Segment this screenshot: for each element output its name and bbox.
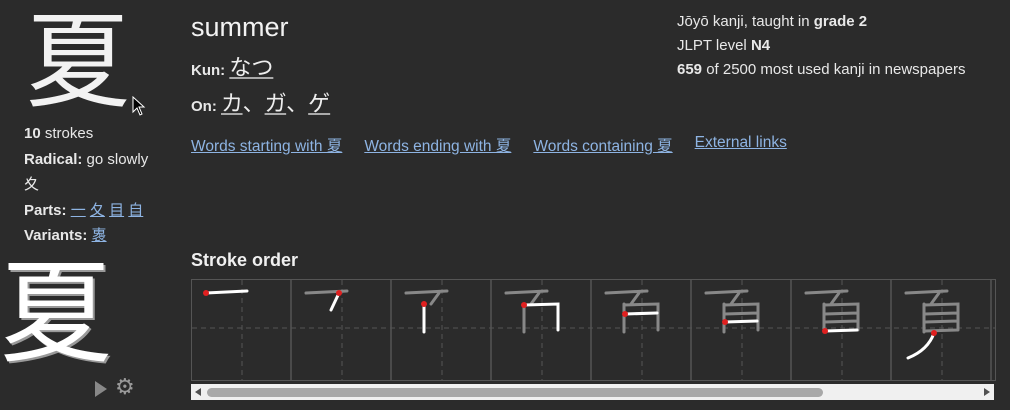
on-reading[interactable]: ガ xyxy=(265,92,287,117)
radical-label: Radical: xyxy=(24,150,83,168)
words-containing-link[interactable]: Words containing 夏 xyxy=(533,134,672,156)
stroke-order-frames xyxy=(192,280,995,380)
radical-meaning: go slowly xyxy=(82,150,149,168)
kanji-stats: Jōyō kanji, taught in grade 2 JLPT level… xyxy=(677,10,966,82)
radical-character: 夊 xyxy=(24,176,40,193)
on-label: On: xyxy=(191,98,217,115)
on-reading[interactable]: カ xyxy=(221,92,243,117)
frequency-text: of 2500 most used kanji in newspapers xyxy=(702,61,966,78)
part-link[interactable]: 一 xyxy=(71,202,86,219)
on-reading[interactable]: ゲ xyxy=(308,92,330,117)
stroke-frame-2 xyxy=(304,289,349,312)
stroke-frame-1 xyxy=(203,289,249,296)
stroke-frame-8 xyxy=(904,289,960,360)
external-links-link[interactable]: External links xyxy=(695,134,787,156)
part-link[interactable]: 自 xyxy=(128,202,143,219)
play-icon[interactable] xyxy=(95,381,107,397)
stroke-frame-3 xyxy=(404,289,449,334)
kanji-info: 10 strokes Radical: go slowly 夊 Parts: 一… xyxy=(24,121,148,249)
joyo-text: Jōyō kanji, taught in xyxy=(677,13,814,30)
on-reading-row: On: カ、ガ、ゲ xyxy=(191,86,330,118)
parts-label: Parts: xyxy=(24,201,67,219)
reading-separator: 、 xyxy=(286,92,309,117)
strokes-label: strokes xyxy=(40,125,94,142)
jlpt-row: JLPT level N4 xyxy=(677,34,966,58)
kanji-character: 夏 xyxy=(26,1,131,123)
frequency-row: 659 of 2500 most used kanji in newspaper… xyxy=(677,58,966,82)
part-link[interactable]: 目 xyxy=(109,202,124,219)
variants-label: Variants: xyxy=(24,227,88,244)
grade-value: grade 2 xyxy=(813,13,868,30)
kun-reading-row: Kun: なつ xyxy=(191,50,273,82)
stroke-order-title: Stroke order xyxy=(191,250,299,270)
kanji-meaning: summer xyxy=(191,12,289,42)
stroke-frame-6 xyxy=(704,289,760,334)
joyo-row: Jōyō kanji, taught in grade 2 xyxy=(677,10,966,34)
frequency-rank: 659 xyxy=(677,61,703,78)
stroke-animation-kanji[interactable]: 夏 xyxy=(0,258,112,370)
parts-row: Parts: 一 夂 目 自 xyxy=(24,198,148,224)
reading-separator: 、 xyxy=(242,92,265,117)
word-links: Words starting with 夏 Words ending with … xyxy=(191,134,787,156)
jlpt-text: JLPT level xyxy=(677,37,751,54)
strokes-row: 10 strokes xyxy=(24,121,148,147)
kun-reading[interactable]: なつ xyxy=(229,56,273,81)
stroke-order-scrollbar[interactable] xyxy=(191,384,994,400)
jlpt-value: N4 xyxy=(750,37,771,54)
scroll-right-arrow-icon[interactable] xyxy=(984,388,990,396)
variant-link[interactable]: 褢 xyxy=(92,227,107,244)
gear-icon[interactable]: ⚙ xyxy=(115,376,135,398)
stroke-frame-5 xyxy=(604,289,660,334)
scrollbar-thumb[interactable] xyxy=(207,388,823,397)
kun-label: Kun: xyxy=(191,62,226,79)
mouse-cursor-icon xyxy=(132,96,146,116)
words-ending-link[interactable]: Words ending with 夏 xyxy=(364,134,511,156)
words-starting-link[interactable]: Words starting with 夏 xyxy=(191,134,342,156)
part-link[interactable]: 夂 xyxy=(90,202,105,219)
strokes-count: 10 xyxy=(24,125,41,142)
stroke-order-diagram[interactable] xyxy=(191,279,996,381)
scroll-left-arrow-icon[interactable] xyxy=(195,388,201,396)
radical-row: Radical: go slowly xyxy=(24,147,148,173)
stroke-frame-4 xyxy=(504,289,560,334)
variants-row: Variants: 褢 xyxy=(24,223,148,249)
